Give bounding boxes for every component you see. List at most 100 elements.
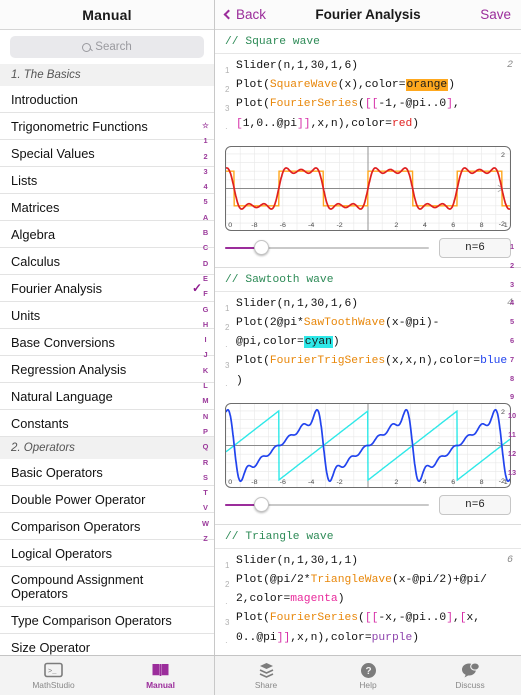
sidebar-item-double-power-operator[interactable]: Double Power Operator [0, 486, 214, 513]
index-letter[interactable]: A [203, 210, 208, 225]
manual-sidebar: Manual Search 1. The Basics Introduction T… [0, 0, 215, 695]
tab-discuss[interactable]: Discuss [419, 656, 521, 695]
slider-knob[interactable] [253, 497, 269, 513]
notebook-cell[interactable]: // Sawtooth wave 1 Slider(n,1,30,1,6) 2 Plot… [215, 268, 521, 525]
index-letter[interactable]: G [203, 302, 209, 317]
scroll-index-item[interactable]: 13 [508, 464, 516, 483]
code-text: Plot(@pi/2*TriangleWave(x-@pi/2)+@pi/ [236, 574, 487, 587]
scroll-index-item[interactable]: 9 [510, 388, 514, 407]
sidebar-item-fourier-analysis[interactable]: Fourier Analysis ✓ [0, 275, 214, 302]
sidebar-item-label: Special Values [11, 145, 95, 161]
plot-canvas[interactable]: 0 -8 -6 -4 -2 2 4 6 8 1 2 -2 [225, 402, 511, 488]
back-button[interactable]: Back [223, 7, 266, 22]
index-letter[interactable]: T [203, 485, 208, 500]
code-text: 0..@pi]],x,n),color=purple) [236, 631, 420, 644]
index-letter[interactable]: N [203, 409, 208, 424]
index-letter[interactable]: ☆ [202, 118, 209, 133]
index-letter[interactable]: Q [203, 439, 209, 454]
tab-help[interactable]: ? Help [317, 656, 419, 695]
index-letter[interactable]: D [203, 256, 208, 271]
svg-text:6: 6 [451, 222, 455, 229]
right-tab-group[interactable]: Share? Help Discuss [215, 656, 521, 695]
sidebar-item-calculus[interactable]: Calculus [0, 248, 214, 275]
sidebar-item-basic-operators[interactable]: Basic Operators [0, 459, 214, 486]
scroll-index[interactable]: 1 2 3 4 5 6 7 8 9 10 11 12 13 [505, 238, 519, 482]
slider-value-box[interactable]: n=6 [439, 494, 511, 515]
index-letter[interactable]: I [204, 332, 206, 347]
tab-bar: >_ MathStudio Manual Share? Help Discuss [0, 655, 521, 695]
index-letter[interactable]: 3 [203, 164, 207, 179]
code-editor[interactable]: 1 Slider(n,1,30,1,1) 2 Plot(@pi/2*TriangleW… [215, 549, 521, 656]
notebook-cell[interactable]: // Square wave 1 Slider(n,1,30,1,6) 2 Plot(S… [215, 30, 521, 268]
index-letter[interactable]: L [203, 378, 208, 393]
index-letter[interactable]: B [203, 225, 208, 240]
index-letter[interactable]: F [203, 286, 208, 301]
sidebar-item-label: Fourier Analysis [11, 280, 103, 296]
scroll-index-item[interactable]: 3 [510, 276, 514, 295]
index-letter[interactable]: 1 [203, 133, 207, 148]
sidebar-item-units[interactable]: Units [0, 302, 214, 329]
sidebar-item-type-comparison-operators[interactable]: Type Comparison Operators [0, 607, 214, 634]
index-letter[interactable]: M [202, 393, 208, 408]
sidebar-item-label: Lists [11, 172, 38, 188]
sidebar-item-regression-analysis[interactable]: Regression Analysis [0, 356, 214, 383]
scroll-index-item[interactable]: 12 [508, 445, 516, 464]
code-editor[interactable]: 1 Slider(n,1,30,1,6) 2 Plot(2@pi*SawToothWa… [215, 292, 521, 399]
sidebar-item-introduction[interactable]: Introduction [0, 86, 214, 113]
sidebar-item-compound-assignment-operators[interactable]: Compound Assignment Operators [0, 567, 214, 607]
search-input[interactable]: Search [10, 36, 204, 58]
line-number: 2 [225, 580, 230, 590]
n-slider[interactable] [225, 240, 429, 256]
scroll-index-item[interactable]: 5 [510, 313, 514, 332]
index-letter[interactable]: 5 [203, 194, 207, 209]
sidebar-item-matrices[interactable]: Matrices [0, 194, 214, 221]
index-letter[interactable]: R [203, 455, 208, 470]
sidebar-item-algebra[interactable]: Algebra [0, 221, 214, 248]
sidebar-item-logical-operators[interactable]: Logical Operators [0, 540, 214, 567]
index-letter[interactable]: P [203, 424, 208, 439]
scroll-index-item[interactable]: 10 [508, 407, 516, 426]
scroll-index-item[interactable]: 7 [510, 351, 514, 370]
index-letter[interactable]: V [203, 500, 208, 515]
tab-share[interactable]: Share [215, 656, 317, 695]
slider-value-box[interactable]: n=6 [439, 237, 511, 258]
index-letter[interactable]: 2 [203, 149, 207, 164]
plot-container: 0 -8 -6 -4 -2 2 4 6 8 1 2 -2 [215, 399, 521, 488]
index-letter[interactable]: H [203, 317, 208, 332]
index-letter[interactable]: W [202, 516, 209, 531]
scroll-index-item[interactable]: 11 [508, 426, 516, 445]
tab-label: Discuss [455, 679, 485, 690]
index-letter[interactable]: 4 [203, 179, 207, 194]
index-letter[interactable]: K [203, 363, 208, 378]
scroll-index-item[interactable]: 1 [510, 238, 514, 257]
tab-manual[interactable]: Manual [107, 656, 214, 695]
left-tab-group[interactable]: >_ MathStudio Manual [0, 656, 215, 695]
index-letter[interactable]: E [203, 271, 208, 286]
sidebar-item-trigonometric-functions[interactable]: Trigonometric Functions [0, 113, 214, 140]
plot-canvas[interactable]: 0 -8 -6 -4 -2 2 4 6 8 1 2 -2 [225, 145, 511, 231]
index-letter[interactable]: S [203, 470, 208, 485]
tab-mathstudio[interactable]: >_ MathStudio [0, 656, 107, 695]
sidebar-list[interactable]: 1. The Basics Introduction Trigonometric F… [0, 64, 214, 695]
code-text: Plot(2@pi*SawToothWave(x-@pi)- [236, 317, 440, 330]
sidebar-item-constants[interactable]: Constants [0, 410, 214, 437]
scroll-index-item[interactable]: 8 [510, 370, 514, 389]
sidebar-item-lists[interactable]: Lists [0, 167, 214, 194]
notebook-cells[interactable]: // Square wave 1 Slider(n,1,30,1,6) 2 Plot(S… [215, 30, 521, 695]
index-letter[interactable]: Z [203, 531, 208, 546]
code-line: ·) [225, 374, 511, 393]
save-button[interactable]: Save [480, 7, 511, 22]
sidebar-item-natural-language[interactable]: Natural Language [0, 383, 214, 410]
sidebar-item-comparison-operators[interactable]: Comparison Operators [0, 513, 214, 540]
index-letter[interactable]: C [203, 240, 208, 255]
scroll-index-item[interactable]: 4 [510, 294, 514, 313]
scroll-index-item[interactable]: 2 [510, 257, 514, 276]
n-slider[interactable] [225, 497, 429, 513]
alphabet-index[interactable]: ☆ 1 2 3 4 5 A B C D E F G H I J K L M N P Q R S T V W Z [197, 118, 214, 546]
sidebar-item-base-conversions[interactable]: Base Conversions [0, 329, 214, 356]
code-editor[interactable]: 1 Slider(n,1,30,1,6) 2 Plot(SquareWave(x),c… [215, 54, 521, 142]
sidebar-item-special-values[interactable]: Special Values [0, 140, 214, 167]
index-letter[interactable]: J [203, 347, 207, 362]
scroll-index-item[interactable]: 6 [510, 332, 514, 351]
slider-knob[interactable] [253, 240, 269, 256]
